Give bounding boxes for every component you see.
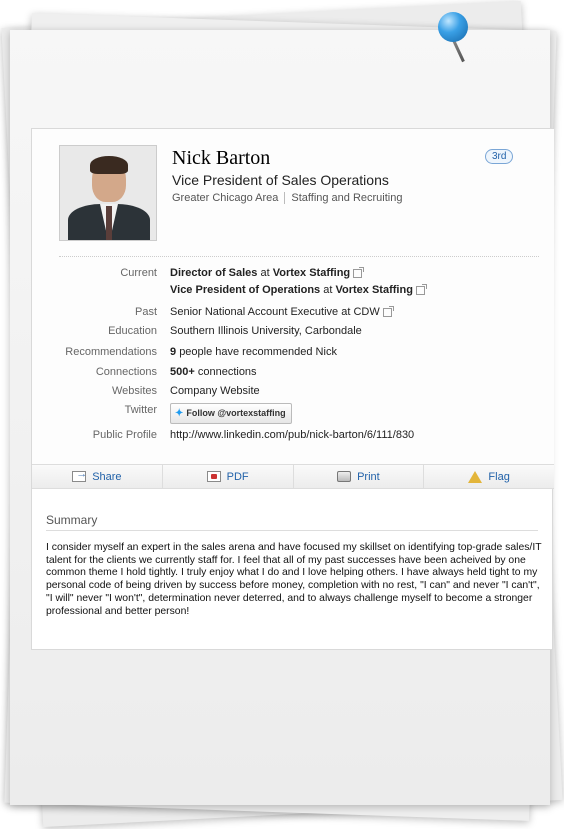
print-button[interactable]: Print <box>294 465 425 488</box>
connections-label: Connections <box>95 366 157 378</box>
summary-text: I consider myself an expert in the sales… <box>46 542 542 617</box>
profile-card: Nick Barton 3rd Vice President of Sales … <box>31 128 554 650</box>
past-value: Senior National Account Executive at CDW <box>170 306 380 318</box>
external-link-icon[interactable] <box>415 283 427 295</box>
profile-header: Nick Barton 3rd Vice President of Sales … <box>32 129 554 489</box>
connections-text: connections <box>197 366 257 378</box>
past-label: Past <box>134 306 157 318</box>
public-profile-label: Public Profile <box>92 429 157 441</box>
twitter-follow-label: Follow @vortexstaffing <box>186 408 286 418</box>
pdf-icon <box>206 471 221 482</box>
external-link-icon[interactable] <box>353 266 365 278</box>
websites-label: Websites <box>111 385 157 397</box>
external-link-icon[interactable] <box>382 305 394 317</box>
print-label: Print <box>357 470 380 483</box>
share-button[interactable]: Share <box>32 465 163 488</box>
location-industry: Greater Chicago Area Staffing and Recruit… <box>172 192 403 205</box>
print-icon <box>337 471 352 482</box>
divider <box>59 256 539 257</box>
recommendations-label: Recommendations <box>65 346 157 358</box>
twitter-label: Twitter <box>124 404 157 416</box>
industry: Staffing and Recruiting <box>291 192 403 204</box>
company-website-link[interactable]: Company Website <box>170 384 260 399</box>
push-pin-icon <box>432 12 472 68</box>
recommendations-count: 9 <box>170 346 177 358</box>
current-1-title: Director of Sales <box>170 267 258 279</box>
pdf-label: PDF <box>226 470 249 483</box>
public-profile-link[interactable]: http://www.linkedin.com/pub/nick-barton/… <box>170 428 414 443</box>
twitter-bird-icon: ✦ <box>175 408 184 419</box>
flag-label: Flag <box>488 470 510 483</box>
pdf-button[interactable]: PDF <box>163 465 294 488</box>
education-label: Education <box>108 325 157 337</box>
profile-headline: Vice President of Sales Operations <box>172 172 389 188</box>
current-2-at: at <box>323 284 333 296</box>
flag-icon <box>468 470 483 483</box>
current-label: Current <box>120 267 157 279</box>
profile-name: Nick Barton <box>172 147 271 169</box>
recommendations-text: people have recommended Nick <box>179 346 337 358</box>
education-value: Southern Illinois University, Carbondale <box>170 325 362 337</box>
current-2-title: Vice President of Operations <box>170 284 321 296</box>
current-1-at: at <box>260 267 270 279</box>
summary-heading: Summary <box>46 513 98 527</box>
action-bar: Share PDF Print Flag <box>32 464 554 488</box>
current-1-company: Vortex Staffing <box>272 267 351 279</box>
share-icon <box>72 468 87 482</box>
location: Greater Chicago Area <box>172 192 279 204</box>
flag-button[interactable]: Flag <box>424 465 554 488</box>
summary-divider <box>46 530 538 531</box>
profile-photo <box>59 145 157 241</box>
connection-degree-badge: 3rd <box>485 149 514 164</box>
twitter-follow-button[interactable]: ✦ Follow @vortexstaffing <box>170 403 292 424</box>
current-2-company: Vortex Staffing <box>335 284 413 296</box>
connections-count: 500+ <box>170 366 195 378</box>
share-label: Share <box>92 470 122 483</box>
